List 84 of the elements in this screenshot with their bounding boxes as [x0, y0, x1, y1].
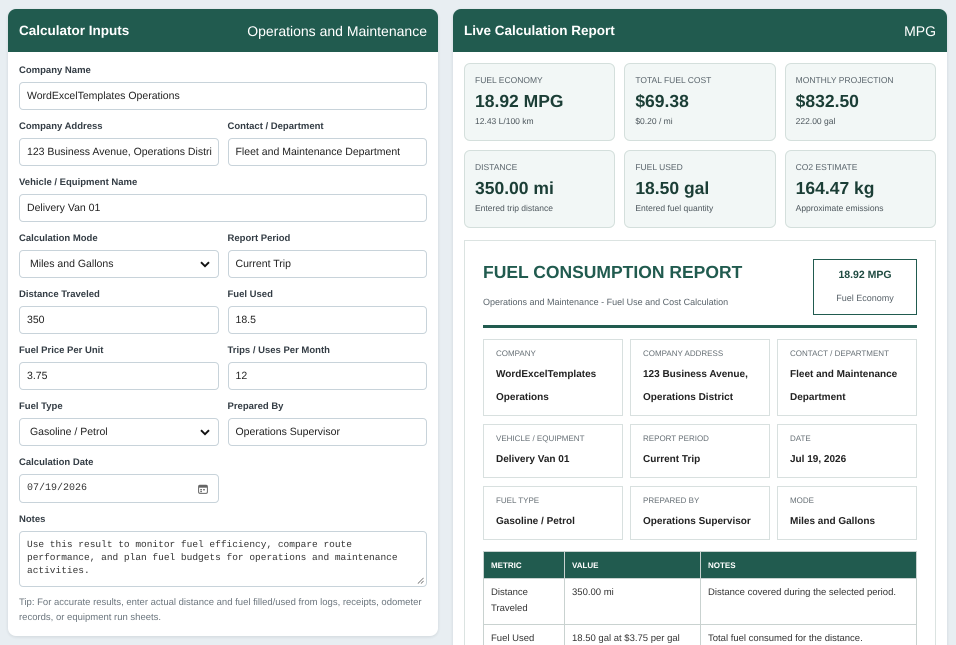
detail-value: Operations Supervisor [643, 515, 751, 529]
resize-grip-icon[interactable] [417, 577, 424, 584]
field-label: Prepared By [228, 401, 284, 413]
date-field[interactable]: 07/19/2026 [19, 474, 218, 503]
tip-text: Tip: For accurate results, enter actual distance and fuel filled/used from logs, receipts, odometer records, or equipment run sheets. [19, 596, 423, 625]
detail-label: VEHICLE / EQUIPMENT [496, 433, 584, 445]
detail-value: 123 Business Avenue, Operations District [643, 368, 749, 405]
chevron-down-icon [200, 260, 210, 268]
metric-value: $832.50 [796, 90, 859, 112]
column-header: METRIC [484, 552, 564, 578]
text-field[interactable]: Current Trip [228, 250, 427, 278]
badge-label: Fuel Economy [836, 292, 894, 304]
field-label: Report Period [228, 233, 290, 245]
metric-value: $69.38 [635, 90, 689, 112]
table-cell: 350.00 mi [564, 578, 700, 624]
field-label: Company Address [19, 121, 103, 133]
text-field[interactable]: 3.75 [19, 362, 218, 390]
dropdown-field[interactable]: Miles and Gallons [19, 250, 218, 278]
table-cell: Distance Traveled [484, 578, 564, 624]
table-cell: Distance covered during the selected period. [700, 578, 916, 624]
text-field[interactable]: WordExcelTemplates Operations [19, 82, 427, 110]
metric-value: 350.00 mi [475, 177, 554, 199]
metric-detail: Entered trip distance [475, 203, 553, 214]
metric-label: MONTHLY PROJECTION [796, 75, 894, 86]
detail-label: REPORT PERIOD [643, 433, 709, 445]
field-label: Calculation Date [19, 457, 94, 469]
detail-label: DATE [790, 433, 811, 445]
panel-subtitle: Operations and Maintenance [247, 22, 427, 38]
detail-label: FUEL TYPE [496, 495, 540, 507]
field-label: Notes [19, 514, 46, 526]
metric-value: 18.50 gal [635, 177, 710, 199]
field-label: Fuel Price Per Unit [19, 345, 104, 357]
report-title: FUEL CONSUMPTION REPORT [483, 261, 742, 283]
column-header: NOTES [700, 552, 916, 578]
detail-value: WordExcelTemplates Operations [496, 368, 598, 405]
metric-label: TOTAL FUEL COST [635, 75, 712, 86]
metric-detail: Entered fuel quantity [635, 203, 714, 214]
panel-title: Live Calculation Report [464, 23, 615, 38]
calendar-icon[interactable] [198, 484, 208, 494]
detail-value: Miles and Gallons [790, 515, 876, 529]
detail-value: Current Trip [643, 453, 700, 467]
field-label: Contact / Department [228, 121, 324, 133]
chevron-down-icon [200, 428, 210, 436]
field-label: Calculation Mode [19, 233, 98, 245]
metric-detail: 12.43 L/100 km [475, 116, 534, 127]
detail-label: PREPARED BY [643, 495, 700, 507]
detail-value: Jul 19, 2026 [790, 453, 846, 467]
dropdown-field[interactable]: Gasoline / Petrol [19, 418, 218, 446]
metric-value: 164.47 kg [796, 177, 874, 199]
metric-detail: 222.00 gal [796, 116, 836, 127]
panel-title: Calculator Inputs [19, 23, 130, 38]
metric-label: CO2 ESTIMATE [796, 162, 858, 173]
metric-label: FUEL USED [635, 162, 683, 173]
badge-value: 18.92 MPG [838, 269, 892, 282]
field-label: Trips / Uses Per Month [228, 345, 330, 357]
detail-label: CONTACT / DEPARTMENT [790, 348, 889, 360]
detail-value: Fleet and Maintenance Department [790, 368, 898, 405]
field-label: Vehicle / Equipment Name [19, 177, 138, 189]
detail-label: COMPANY [496, 348, 536, 360]
text-field[interactable]: Delivery Van 01 [19, 194, 427, 222]
metric-label: FUEL ECONOMY [475, 75, 543, 86]
text-field[interactable]: 12 [228, 362, 427, 390]
metric-detail: Approximate emissions [796, 203, 884, 214]
field-label: Fuel Type [19, 401, 63, 413]
notes-field[interactable]: Use this result to monitor fuel efficiency, compare route performance, and plan fuel budgets for operations and maintenance activities. [19, 531, 427, 587]
detail-value: Gasoline / Petrol [496, 515, 575, 529]
table-cell: Fuel Used [484, 624, 564, 645]
text-field[interactable]: 18.5 [228, 306, 427, 334]
field-label: Company Name [19, 65, 91, 77]
field-label: Distance Traveled [19, 289, 100, 301]
text-field[interactable]: 350 [19, 306, 218, 334]
metric-detail: $0.20 / mi [635, 116, 673, 127]
field-label: Fuel Used [228, 289, 273, 301]
detail-value: Delivery Van 01 [496, 453, 570, 467]
metric-label: DISTANCE [475, 162, 518, 173]
text-field[interactable]: Operations Supervisor [228, 418, 427, 446]
column-header: VALUE [564, 552, 700, 578]
detail-label: COMPANY ADDRESS [643, 348, 724, 360]
text-field[interactable]: 123 Business Avenue, Operations Distri [19, 138, 218, 166]
detail-label: MODE [790, 495, 814, 507]
unit-label: MPG [904, 22, 936, 38]
report-subtitle: Operations and Maintenance - Fuel Use and Cost Calculation [483, 296, 728, 308]
metric-value: 18.92 MPG [475, 90, 564, 112]
text-field[interactable]: Fleet and Maintenance Department [228, 138, 427, 166]
